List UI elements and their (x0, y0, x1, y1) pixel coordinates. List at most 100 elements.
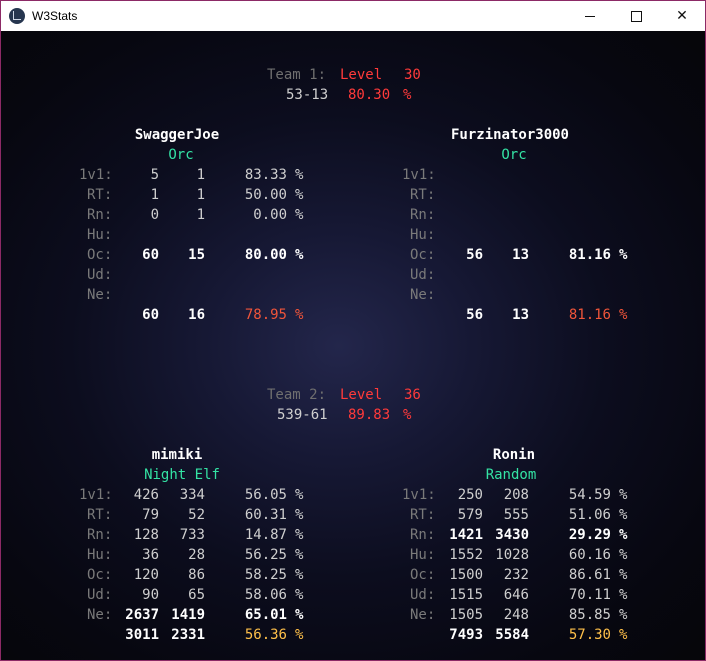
minimize-icon (585, 15, 595, 17)
row-label-hu: Hu: (87, 547, 113, 563)
row-label-1v1: 1v1: (79, 487, 113, 503)
wins: 90 (142, 587, 159, 603)
pct-sign: % (295, 627, 304, 643)
row-label-hu: Hu: (410, 547, 436, 563)
row-label-hu: Hu: (87, 227, 113, 243)
win-pct: 81.16 (568, 247, 611, 263)
wins: 426 (133, 487, 159, 503)
total-wins: 7493 (449, 627, 483, 643)
win-pct: 86.61 (568, 567, 611, 583)
maximize-icon (630, 10, 642, 22)
win-pct: 51.06 (568, 507, 611, 523)
pct-sign: % (295, 167, 304, 183)
team2-pct-sign: % (403, 407, 412, 423)
row-label-oc: Oc: (410, 567, 436, 583)
stats-panel: Team 1: Level 30 53-13 80.30 % SwaggerJo… (1, 31, 705, 660)
player-race: Orc (501, 147, 527, 163)
team2-label: Team 2: (267, 387, 327, 403)
losses: 208 (503, 487, 529, 503)
pct-sign: % (295, 507, 304, 523)
team1-level-label: Level (340, 67, 383, 83)
row-label-ud: Ud: (410, 267, 436, 283)
losses: 646 (503, 587, 529, 603)
total-losses: 13 (512, 307, 529, 323)
title-bar[interactable]: W3Stats ✕ (1, 1, 705, 31)
pct-sign: % (619, 507, 628, 523)
pct-sign: % (619, 567, 628, 583)
wins: 79 (142, 507, 159, 523)
row-label-oc: Oc: (87, 567, 113, 583)
wins: 579 (457, 507, 483, 523)
pct-sign: % (619, 547, 628, 563)
losses: 15 (188, 247, 205, 263)
wins: 1500 (449, 567, 483, 583)
window-title: W3Stats (32, 9, 78, 23)
win-pct: 85.85 (568, 607, 611, 623)
losses: 86 (188, 567, 205, 583)
row-label-rt: RT: (410, 507, 436, 523)
row-label-ud: Ud: (87, 267, 113, 283)
team2-level-label: Level (340, 387, 383, 403)
row-label-ne: Ne: (410, 607, 436, 623)
row-label-rt: RT: (410, 187, 436, 203)
team1-record: 53-13 (286, 87, 329, 103)
losses: 733 (179, 527, 205, 543)
row-label-1v1: 1v1: (79, 167, 113, 183)
pct-sign: % (619, 527, 628, 543)
team1-label: Team 1: (267, 67, 327, 83)
pct-sign: % (619, 487, 628, 503)
pct-sign: % (619, 307, 628, 323)
team2-win-pct: 89.83 (348, 407, 391, 423)
player-name: Ronin (492, 447, 536, 463)
wins: 1552 (449, 547, 483, 563)
pct-sign: % (295, 187, 304, 203)
pct-sign: % (295, 307, 304, 323)
wins: 1421 (449, 527, 483, 543)
total-win-pct: 56.36 (244, 627, 287, 643)
losses: 1 (196, 187, 205, 203)
win-pct: 58.06 (244, 587, 287, 603)
win-pct: 58.25 (244, 567, 287, 583)
row-label-1v1: 1v1: (402, 487, 436, 503)
win-pct: 29.29 (568, 527, 611, 543)
losses: 1028 (495, 547, 529, 563)
row-label-ne: Ne: (87, 287, 113, 303)
win-pct: 0.00 (253, 207, 287, 223)
row-label-rn: Rn: (410, 527, 436, 543)
row-label-ne: Ne: (410, 287, 436, 303)
win-pct: 54.59 (568, 487, 611, 503)
wins: 250 (457, 487, 483, 503)
maximize-button[interactable] (613, 1, 659, 31)
win-pct: 50.00 (244, 187, 287, 203)
losses: 232 (503, 567, 529, 583)
wins: 56 (466, 247, 483, 263)
win-pct: 83.33 (244, 167, 287, 183)
pct-sign: % (295, 587, 304, 603)
win-pct: 65.01 (244, 607, 287, 623)
player-race: Night Elf (144, 467, 220, 483)
row-label-1v1: 1v1: (402, 167, 436, 183)
losses: 13 (512, 247, 529, 263)
team1-pct-sign: % (403, 87, 412, 103)
losses: 334 (179, 487, 205, 503)
row-label-rn: Rn: (87, 527, 113, 543)
wins: 1 (150, 187, 159, 203)
close-icon: ✕ (676, 8, 688, 24)
wins: 1515 (449, 587, 483, 603)
losses: 1419 (171, 607, 205, 623)
team1-level-value: 30 (404, 67, 421, 83)
row-label-oc: Oc: (410, 247, 436, 263)
minimize-button[interactable] (567, 1, 613, 31)
row-label-rt: RT: (87, 187, 113, 203)
win-pct: 60.31 (244, 507, 287, 523)
close-button[interactable]: ✕ (659, 1, 705, 31)
total-wins: 60 (142, 307, 159, 323)
win-pct: 14.87 (244, 527, 287, 543)
row-label-ne: Ne: (87, 607, 113, 623)
row-label-rt: RT: (87, 507, 113, 523)
pct-sign: % (295, 207, 304, 223)
win-pct: 80.00 (244, 247, 287, 263)
player-name: Furzinator3000 (450, 127, 569, 143)
row-label-rn: Rn: (87, 207, 113, 223)
losses: 28 (188, 547, 205, 563)
